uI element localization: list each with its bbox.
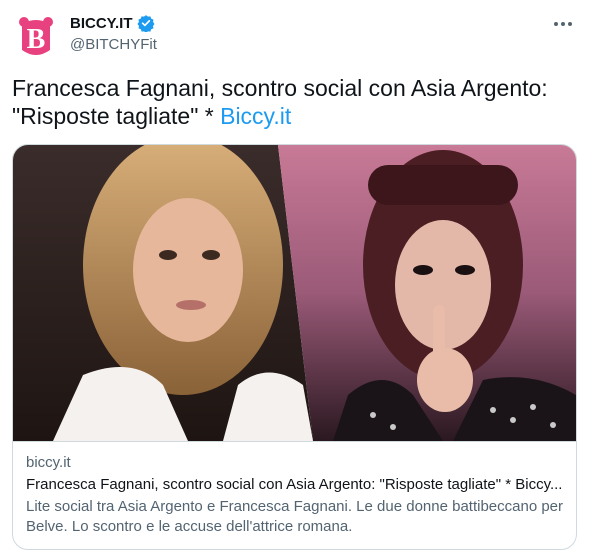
tweet-text: Francesca Fagnani, scontro social con As… [12, 74, 577, 130]
more-options-icon[interactable] [551, 14, 575, 34]
display-name-label: BICCY.IT [70, 14, 133, 32]
avatar[interactable]: B [12, 12, 60, 60]
user-handle[interactable]: @BITCHYFit [70, 36, 157, 53]
card-title: Francesca Fagnani, scontro social con As… [26, 476, 563, 493]
card-body[interactable]: biccy.it Francesca Fagnani, scontro soci… [26, 453, 566, 537]
tweet-link[interactable]: Biccy.it [220, 103, 291, 129]
svg-text:B: B [27, 24, 46, 55]
display-name[interactable]: BICCY.IT [70, 14, 155, 32]
card-description: Lite social tra Asia Argento e Francesca… [26, 498, 564, 535]
card-domain: biccy.it [26, 454, 71, 471]
link-card[interactable]: biccy.it Francesca Fagnani, scontro soci… [12, 144, 577, 550]
card-image[interactable] [13, 145, 576, 442]
verified-badge-icon [136, 15, 154, 32]
card-photo [13, 145, 576, 441]
biccy-logo-icon: B [12, 12, 60, 60]
